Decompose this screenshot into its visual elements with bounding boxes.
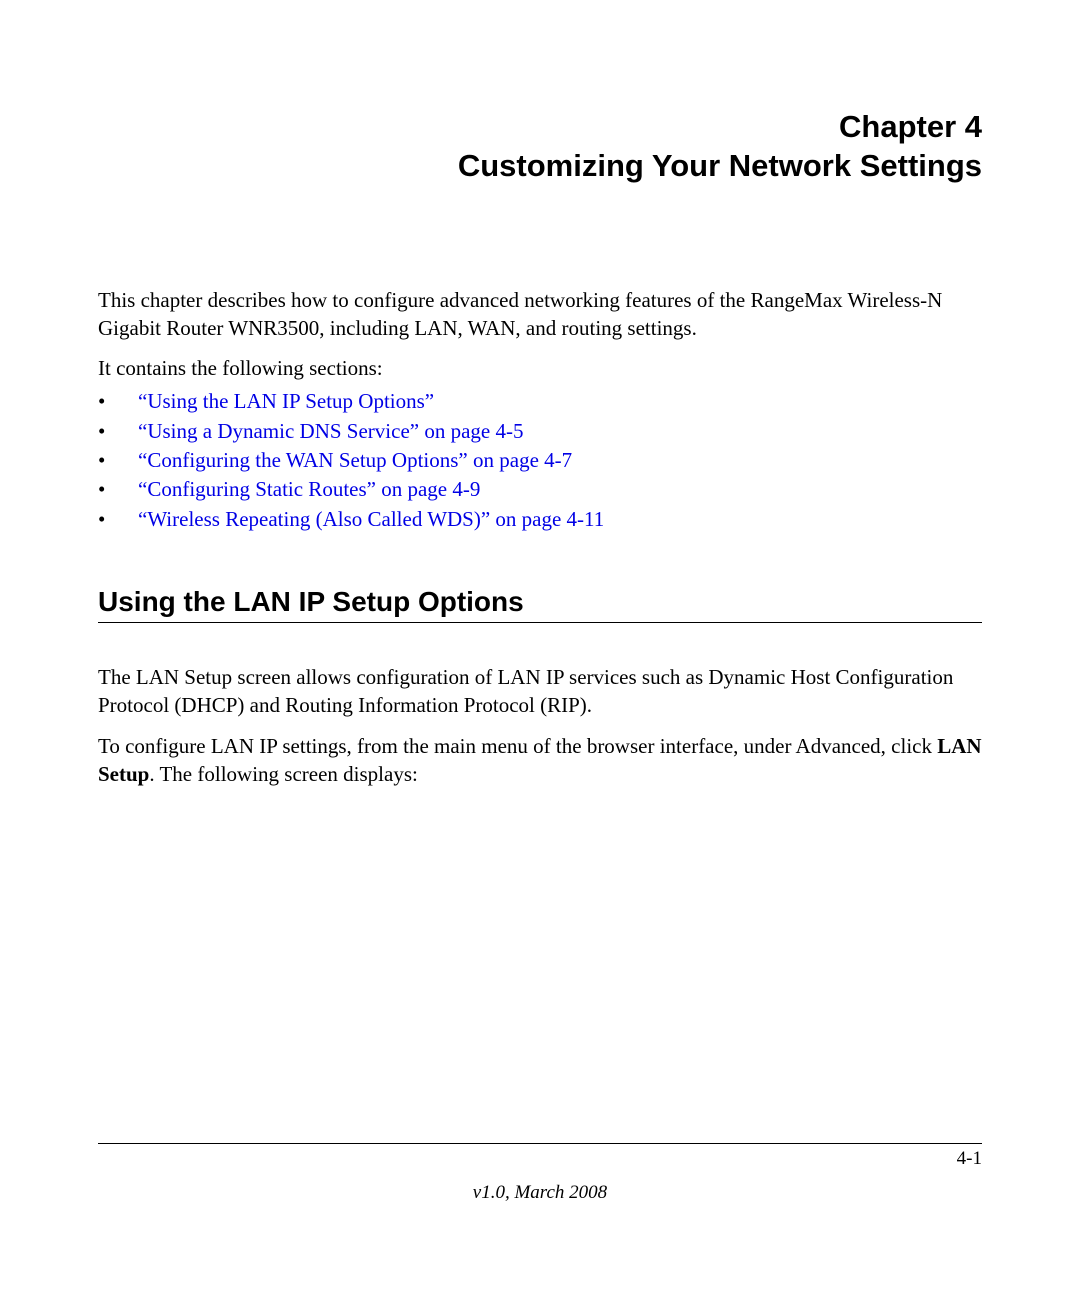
toc-link[interactable]: “Configuring the WAN Setup Options” on p… [138,446,572,475]
sections-label: It contains the following sections: [98,356,982,381]
toc-link[interactable]: “Using a Dynamic DNS Service” on page 4-… [138,417,523,446]
toc-item: • “Wireless Repeating (Also Called WDS)”… [98,505,982,534]
page-footer: 4-1 v1.0, March 2008 [98,1143,982,1204]
bullet-icon: • [98,505,138,534]
section-paragraph: The LAN Setup screen allows configuratio… [98,663,982,720]
bullet-icon: • [98,475,138,504]
section-heading: Using the LAN IP Setup Options [98,586,982,623]
chapter-title: Customizing Your Network Settings [458,148,982,183]
chapter-title-block: Chapter 4 Customizing Your Network Setti… [98,108,982,186]
page-number: 4-1 [98,1148,982,1170]
toc-item: • “Configuring the WAN Setup Options” on… [98,446,982,475]
bullet-icon: • [98,446,138,475]
toc-item: • “Using the LAN IP Setup Options” [98,387,982,416]
document-page: Chapter 4 Customizing Your Network Setti… [0,0,1080,789]
section-body: The LAN Setup screen allows configuratio… [98,663,982,788]
bullet-icon: • [98,387,138,416]
paragraph-text: . The following screen displays: [149,762,417,786]
version-label: v1.0, March 2008 [98,1182,982,1204]
intro-paragraph: This chapter describes how to configure … [98,286,982,343]
bullet-icon: • [98,417,138,446]
toc-link[interactable]: “Using the LAN IP Setup Options” [138,387,434,416]
toc-link[interactable]: “Wireless Repeating (Also Called WDS)” o… [138,505,604,534]
toc-link[interactable]: “Configuring Static Routes” on page 4-9 [138,475,480,504]
chapter-label: Chapter 4 [839,109,982,144]
toc-item: • “Using a Dynamic DNS Service” on page … [98,417,982,446]
toc-item: • “Configuring Static Routes” on page 4-… [98,475,982,504]
section-paragraph: To configure LAN IP settings, from the m… [98,732,982,789]
paragraph-text: To configure LAN IP settings, from the m… [98,734,937,758]
